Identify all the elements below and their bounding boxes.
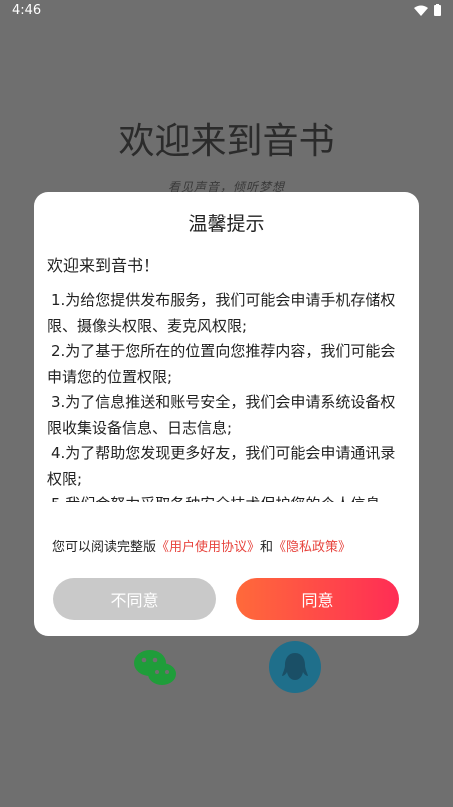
notice-prefix: 您可以阅读完整版 [52, 540, 157, 555]
term-item: 4.为了帮助您发现更多好友，我们可能会申请通讯录权限; [47, 444, 396, 488]
status-time: 4:46 [12, 3, 42, 18]
agree-button[interactable]: 同意 [236, 578, 399, 620]
term-item: 1.为给您提供发布服务，我们可能会申请手机存储权限、摄像头权限、麦克风权限; [47, 291, 396, 335]
qq-icon [282, 653, 308, 680]
status-bar: 4:46 [0, 0, 453, 24]
privacy-policy-link[interactable]: 《隐私政策》 [273, 540, 351, 555]
agreement-notice: 您可以阅读完整版《用户使用协议》和《隐私政策》 [52, 536, 412, 555]
privacy-dialog: 温馨提示 欢迎来到音书！ 1.为给您提供发布服务，我们可能会申请手机存储权限、摄… [34, 192, 419, 636]
wechat-login-button[interactable] [130, 641, 182, 693]
wifi-icon [414, 5, 428, 16]
status-icons [414, 4, 441, 16]
wechat-icon [134, 650, 176, 685]
disagree-button[interactable]: 不同意 [53, 578, 216, 620]
app-welcome-title: 欢迎来到音书 [118, 121, 335, 162]
user-agreement-link[interactable]: 《用户使用协议》 [156, 540, 260, 555]
term-item: 3.为了信息推送和账号安全，我们会申请系统设备权限收集设备信息、日志信息; [47, 393, 396, 437]
terms-scroll-area[interactable]: 1.为给您提供发布服务，我们可能会申请手机存储权限、摄像头权限、麦克风权限; 2… [47, 288, 407, 502]
dialog-greeting: 欢迎来到音书！ [47, 256, 160, 275]
notice-and: 和 [260, 540, 274, 555]
qq-login-button[interactable] [269, 641, 321, 693]
term-item: 5.我们会努力采取各种安全技术保护您的个人信息 [47, 492, 407, 502]
dialog-title: 温馨提示 [188, 213, 265, 235]
battery-icon [434, 4, 441, 16]
term-item: 2.为了基于您所在的位置向您推荐内容，我们可能会申请您的位置权限; [47, 342, 396, 386]
